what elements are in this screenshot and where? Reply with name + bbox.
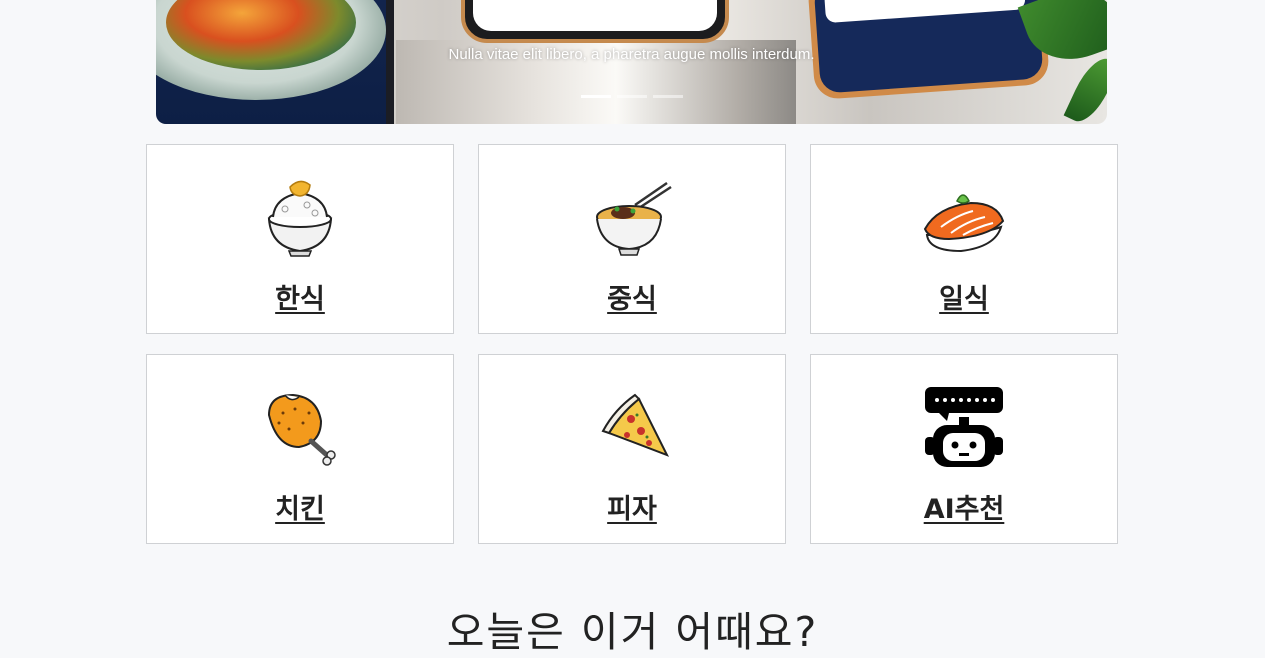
carousel-indicator-1[interactable] — [581, 95, 611, 98]
rice-bowl-icon — [267, 180, 333, 257]
category-card-korean[interactable]: 한식 — [146, 144, 454, 334]
carousel-indicator-2[interactable] — [617, 95, 647, 98]
category-label: 중식 — [607, 284, 657, 315]
carousel-indicators — [581, 95, 683, 98]
hero-carousel[interactable]: Nulla vitae elit libero, a pharetra augu… — [156, 0, 1107, 124]
recommend-heading: 오늘은 이거 어때요? — [446, 608, 819, 656]
category-card-japanese[interactable]: 일식 — [810, 144, 1118, 334]
category-card-pizza[interactable]: 피자 — [478, 354, 786, 544]
pizza-slice-icon — [601, 393, 670, 457]
category-label: AI추천 — [923, 494, 1005, 525]
carousel-phone-image — [461, 0, 729, 43]
category-label: 한식 — [275, 284, 325, 315]
sushi-icon — [923, 194, 1005, 253]
category-card-ai-recommend[interactable]: AI추천 — [810, 354, 1118, 544]
category-card-chinese[interactable]: 중식 — [478, 144, 786, 334]
carousel-caption: Nulla vitae elit libero, a pharetra augu… — [448, 46, 815, 63]
robot-chat-icon — [925, 387, 1003, 467]
chicken-drumstick-icon — [267, 393, 336, 466]
category-label: 일식 — [939, 284, 989, 315]
category-card-chicken[interactable]: 치킨 — [146, 354, 454, 544]
carousel-indicator-3[interactable] — [653, 95, 683, 98]
noodle-bowl-icon — [596, 181, 672, 256]
category-label: 피자 — [607, 494, 657, 525]
category-label: 치킨 — [275, 494, 325, 525]
